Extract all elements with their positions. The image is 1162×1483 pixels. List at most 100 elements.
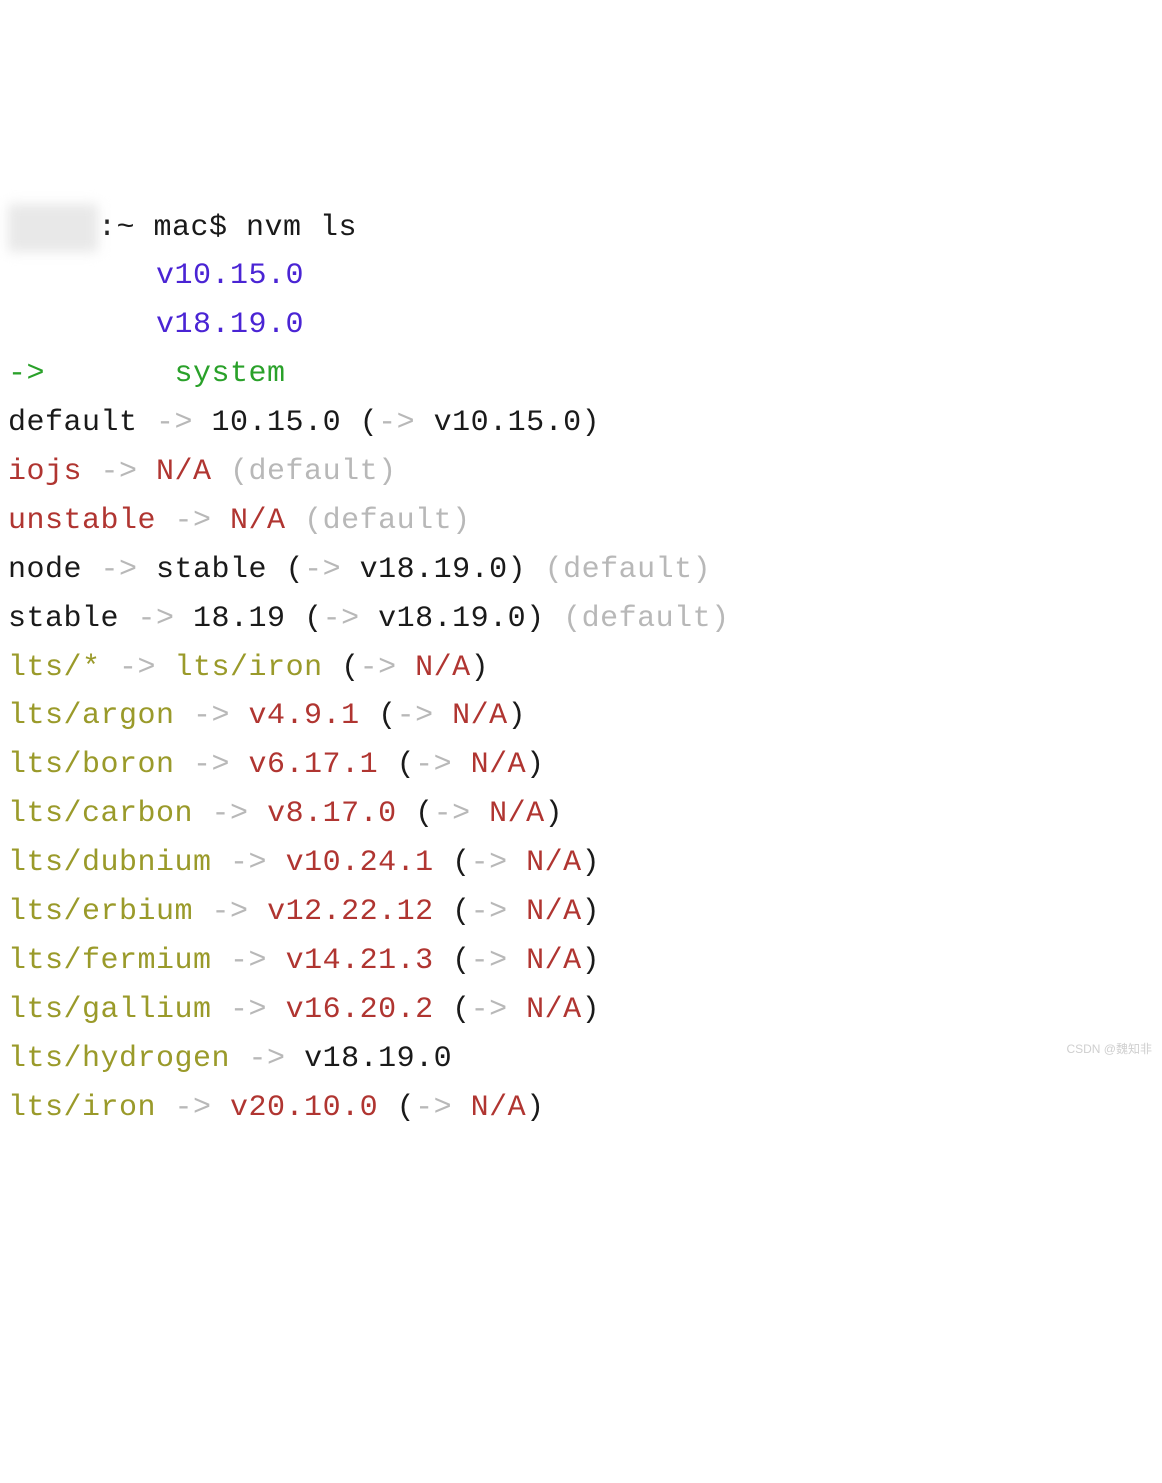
alias-line: lts/* -> lts/iron (-> N/A) <box>8 644 1154 693</box>
alias-segment: -> <box>471 993 508 1027</box>
alias-segment: v4.9.1 <box>230 699 360 733</box>
installed-line: v10.15.0 <box>8 259 304 293</box>
alias-segment: N/A <box>138 455 212 489</box>
alias-segment: stable <box>8 602 138 636</box>
alias-segment: ( <box>360 699 397 733</box>
alias-line: unstable -> N/A (default) <box>8 497 1154 546</box>
alias-segment: -> <box>101 553 138 587</box>
alias-segment: lts/iron <box>8 1091 175 1125</box>
alias-segment: v16.20.2 <box>267 993 434 1027</box>
alias-segment: -> <box>471 846 508 880</box>
alias-segment: N/A <box>434 699 508 733</box>
alias-segment: -> <box>434 797 471 831</box>
indent <box>8 308 156 342</box>
alias-segment: N/A <box>397 651 471 685</box>
redacted-host <box>8 204 98 253</box>
alias-segment: N/A <box>212 504 286 538</box>
alias-segment: ( <box>434 993 471 1027</box>
alias-segment: lts/carbon <box>8 797 212 831</box>
alias-segment: -> <box>471 944 508 978</box>
alias-segment: node <box>8 553 101 587</box>
alias-segment: lts/gallium <box>8 993 230 1027</box>
alias-segment: ( <box>378 748 415 782</box>
alias-segment: v18.19.0 <box>286 1042 453 1076</box>
installed-line: v18.19.0 <box>8 308 304 342</box>
watermark: CSDN @魏知非 <box>1066 1040 1152 1060</box>
alias-line: lts/boron -> v6.17.1 (-> N/A) <box>8 741 1154 790</box>
alias-segment: (default) <box>545 602 730 636</box>
alias-segment: ) <box>471 651 490 685</box>
alias-segment: v10.15.0) <box>415 406 600 440</box>
alias-segment: v12.22.12 <box>249 895 434 929</box>
alias-segment: v8.17.0 <box>249 797 397 831</box>
alias-segment: -> <box>304 553 341 587</box>
alias-list: default -> 10.15.0 (-> v10.15.0)iojs -> … <box>8 399 1154 1132</box>
alias-line: lts/iron -> v20.10.0 (-> N/A) <box>8 1084 1154 1133</box>
alias-line: lts/carbon -> v8.17.0 (-> N/A) <box>8 790 1154 839</box>
alias-segment: ( <box>434 895 471 929</box>
alias-line: lts/erbium -> v12.22.12 (-> N/A) <box>8 888 1154 937</box>
alias-segment: ( <box>397 797 434 831</box>
alias-line: lts/fermium -> v14.21.3 (-> N/A) <box>8 937 1154 986</box>
alias-line: iojs -> N/A (default) <box>8 448 1154 497</box>
alias-segment: -> <box>397 699 434 733</box>
alias-segment: N/A <box>508 846 582 880</box>
alias-segment: (default) <box>526 553 711 587</box>
alias-segment: -> <box>212 797 249 831</box>
alias-segment: stable ( <box>138 553 305 587</box>
alias-line: lts/hydrogen -> v18.19.0 <box>8 1035 1154 1084</box>
alias-segment: -> <box>175 504 212 538</box>
alias-segment: 10.15.0 ( <box>193 406 378 440</box>
current-label: system <box>175 357 286 391</box>
alias-segment: -> <box>119 651 156 685</box>
alias-segment: N/A <box>452 748 526 782</box>
alias-segment: N/A <box>452 1091 526 1125</box>
alias-segment: 18.19 ( <box>175 602 323 636</box>
alias-segment: ) <box>582 944 601 978</box>
alias-segment: (default) <box>212 455 397 489</box>
alias-segment: -> <box>175 1091 212 1125</box>
alias-segment: -> <box>360 651 397 685</box>
alias-line: lts/dubnium -> v10.24.1 (-> N/A) <box>8 839 1154 888</box>
alias-segment: ( <box>378 1091 415 1125</box>
alias-segment: iojs <box>8 455 101 489</box>
alias-segment: unstable <box>8 504 175 538</box>
alias-segment: lts/dubnium <box>8 846 230 880</box>
alias-segment: default <box>8 406 156 440</box>
alias-segment: -> <box>378 406 415 440</box>
version: v18.19.0 <box>156 308 304 342</box>
alias-line: lts/gallium -> v16.20.2 (-> N/A) <box>8 986 1154 1035</box>
alias-segment: N/A <box>508 944 582 978</box>
alias-segment: -> <box>249 1042 286 1076</box>
alias-segment: -> <box>230 993 267 1027</box>
version: v10.15.0 <box>156 259 304 293</box>
alias-segment: ( <box>434 944 471 978</box>
alias-segment: v6.17.1 <box>230 748 378 782</box>
alias-segment: v10.24.1 <box>267 846 434 880</box>
alias-segment: ) <box>582 993 601 1027</box>
alias-segment: N/A <box>471 797 545 831</box>
current-arrow: -> <box>8 357 45 391</box>
current-line: -> system <box>8 357 286 391</box>
alias-line: lts/argon -> v4.9.1 (-> N/A) <box>8 692 1154 741</box>
alias-segment: ) <box>545 797 564 831</box>
alias-segment: -> <box>101 455 138 489</box>
alias-segment: -> <box>193 699 230 733</box>
alias-segment: ( <box>434 846 471 880</box>
alias-segment: lts/erbium <box>8 895 212 929</box>
prompt-line: :~ mac$ nvm ls <box>8 211 357 245</box>
indent <box>45 357 175 391</box>
alias-segment: ) <box>508 699 527 733</box>
alias-segment: v14.21.3 <box>267 944 434 978</box>
prompt-text: :~ mac$ nvm ls <box>98 211 357 245</box>
alias-segment: -> <box>230 944 267 978</box>
alias-segment: ) <box>526 748 545 782</box>
alias-line: node -> stable (-> v18.19.0) (default) <box>8 546 1154 595</box>
alias-segment: v20.10.0 <box>212 1091 379 1125</box>
alias-segment: lts/* <box>8 651 119 685</box>
alias-segment: -> <box>323 602 360 636</box>
alias-segment: -> <box>138 602 175 636</box>
alias-segment: -> <box>471 895 508 929</box>
alias-segment: N/A <box>508 895 582 929</box>
alias-segment: lts/iron <box>156 651 323 685</box>
